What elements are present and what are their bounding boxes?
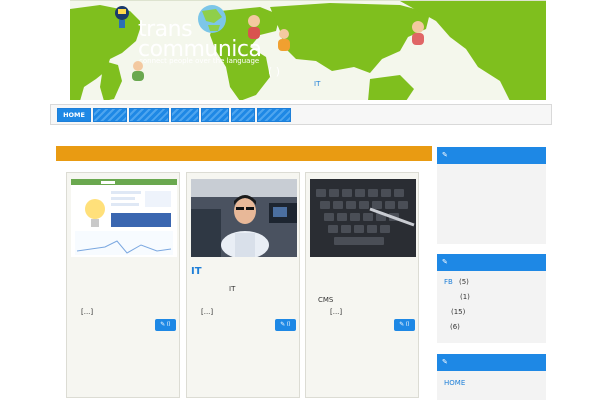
header-it-text: IT bbox=[314, 80, 321, 88]
sidebar-widget-header: ✎ bbox=[437, 254, 546, 271]
nav-item[interactable] bbox=[201, 108, 229, 122]
post-excerpt-more: [...] bbox=[81, 308, 94, 316]
post-excerpt-more: [...] bbox=[330, 308, 343, 316]
sidebar-archive-count: (15) bbox=[451, 308, 466, 316]
site-header: trans communica connect people over the … bbox=[70, 0, 546, 100]
site-tagline: connect people over the language bbox=[139, 57, 260, 65]
edit-icon[interactable]: ✎ ⌷ bbox=[394, 319, 415, 331]
character-doll-icon bbox=[132, 61, 144, 81]
brand-logo-text[interactable]: trans communica bbox=[138, 19, 262, 61]
sidebar-widget-body: HOME bbox=[437, 371, 546, 400]
character-doll-icon bbox=[278, 29, 290, 51]
nav-item[interactable] bbox=[93, 108, 127, 122]
tag-icon: ✎ bbox=[442, 151, 448, 159]
post-card[interactable]: CMS [...] ✎ ⌷ bbox=[305, 172, 419, 398]
keyboard-photo-image bbox=[310, 179, 416, 257]
tag-icon: ✎ bbox=[442, 358, 448, 366]
nav-item[interactable] bbox=[129, 108, 169, 122]
sidebar-widget-header: ✎ bbox=[437, 147, 546, 164]
sidebar-widget-header: ✎ bbox=[437, 354, 546, 371]
post-title[interactable]: IT bbox=[191, 266, 202, 277]
character-doll-icon bbox=[248, 15, 260, 39]
post-excerpt: IT bbox=[229, 285, 236, 293]
post-card[interactable]: IT IT [...] ✎ ⌷ bbox=[186, 172, 300, 398]
sidebar-archive-count: (5) bbox=[459, 278, 469, 286]
sidebar-page-link-home[interactable]: HOME bbox=[444, 379, 465, 387]
sidebar-archive-count: (1) bbox=[460, 293, 470, 301]
section-heading-bar bbox=[56, 146, 432, 161]
sidebar-archive-count: (6) bbox=[450, 323, 460, 331]
dashboard-screenshot-image bbox=[71, 179, 177, 257]
post-excerpt: CMS bbox=[318, 296, 334, 304]
edit-icon[interactable]: ✎ ⌷ bbox=[275, 319, 296, 331]
nav-item[interactable] bbox=[257, 108, 291, 122]
sidebar-archive-link[interactable]: FB bbox=[444, 278, 453, 286]
post-thumbnail[interactable] bbox=[191, 179, 297, 257]
person-photo-image bbox=[191, 179, 297, 257]
tag-icon: ✎ bbox=[442, 258, 448, 266]
nav-item[interactable] bbox=[231, 108, 255, 122]
nav-item[interactable] bbox=[171, 108, 199, 122]
sidebar-widget-body bbox=[437, 164, 546, 244]
character-doll-icon bbox=[412, 21, 424, 45]
sidebar-widget-body: FB (5) (1) (15) (6) bbox=[437, 271, 546, 343]
post-card[interactable]: [...] ✎ ⌷ bbox=[66, 172, 180, 398]
edit-icon[interactable]: ✎ ⌷ bbox=[155, 319, 176, 331]
header-paren-text: ( ) bbox=[268, 65, 281, 78]
lightbulb-icon bbox=[115, 6, 129, 28]
post-thumbnail[interactable] bbox=[71, 179, 177, 257]
main-nav: HOME bbox=[50, 104, 552, 125]
post-excerpt-more: [...] bbox=[201, 308, 214, 316]
nav-item-home[interactable]: HOME bbox=[57, 108, 91, 122]
post-thumbnail[interactable] bbox=[310, 179, 416, 257]
